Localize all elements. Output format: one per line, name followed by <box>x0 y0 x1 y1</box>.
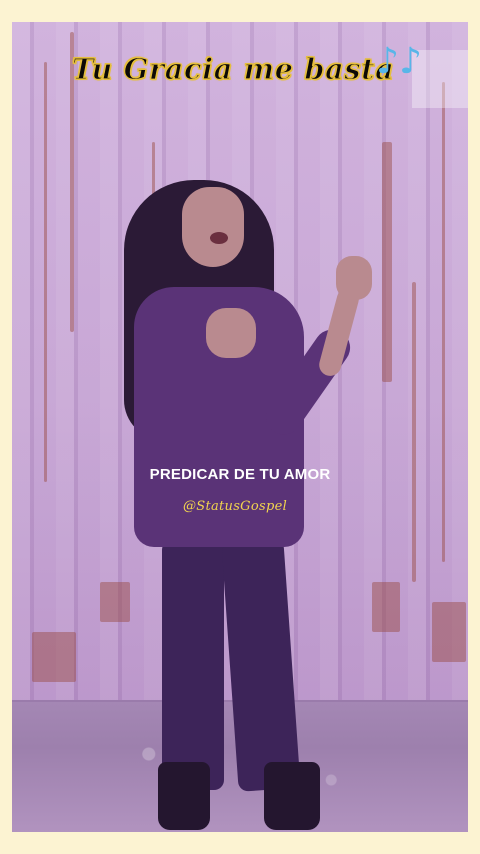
singer-photo <box>12 22 468 832</box>
lyric-caption: PREDICAR DE TU AMOR <box>149 466 331 483</box>
song-title: Tu Gracia me basta <box>71 51 395 86</box>
video-frame: Tu Gracia me basta ♪♪ PREDICAR DE TU AMO… <box>0 0 480 854</box>
music-notes-icon: ♪♪ <box>376 41 422 82</box>
channel-watermark: @StatusGospel <box>182 499 288 514</box>
singer <box>12 22 468 832</box>
